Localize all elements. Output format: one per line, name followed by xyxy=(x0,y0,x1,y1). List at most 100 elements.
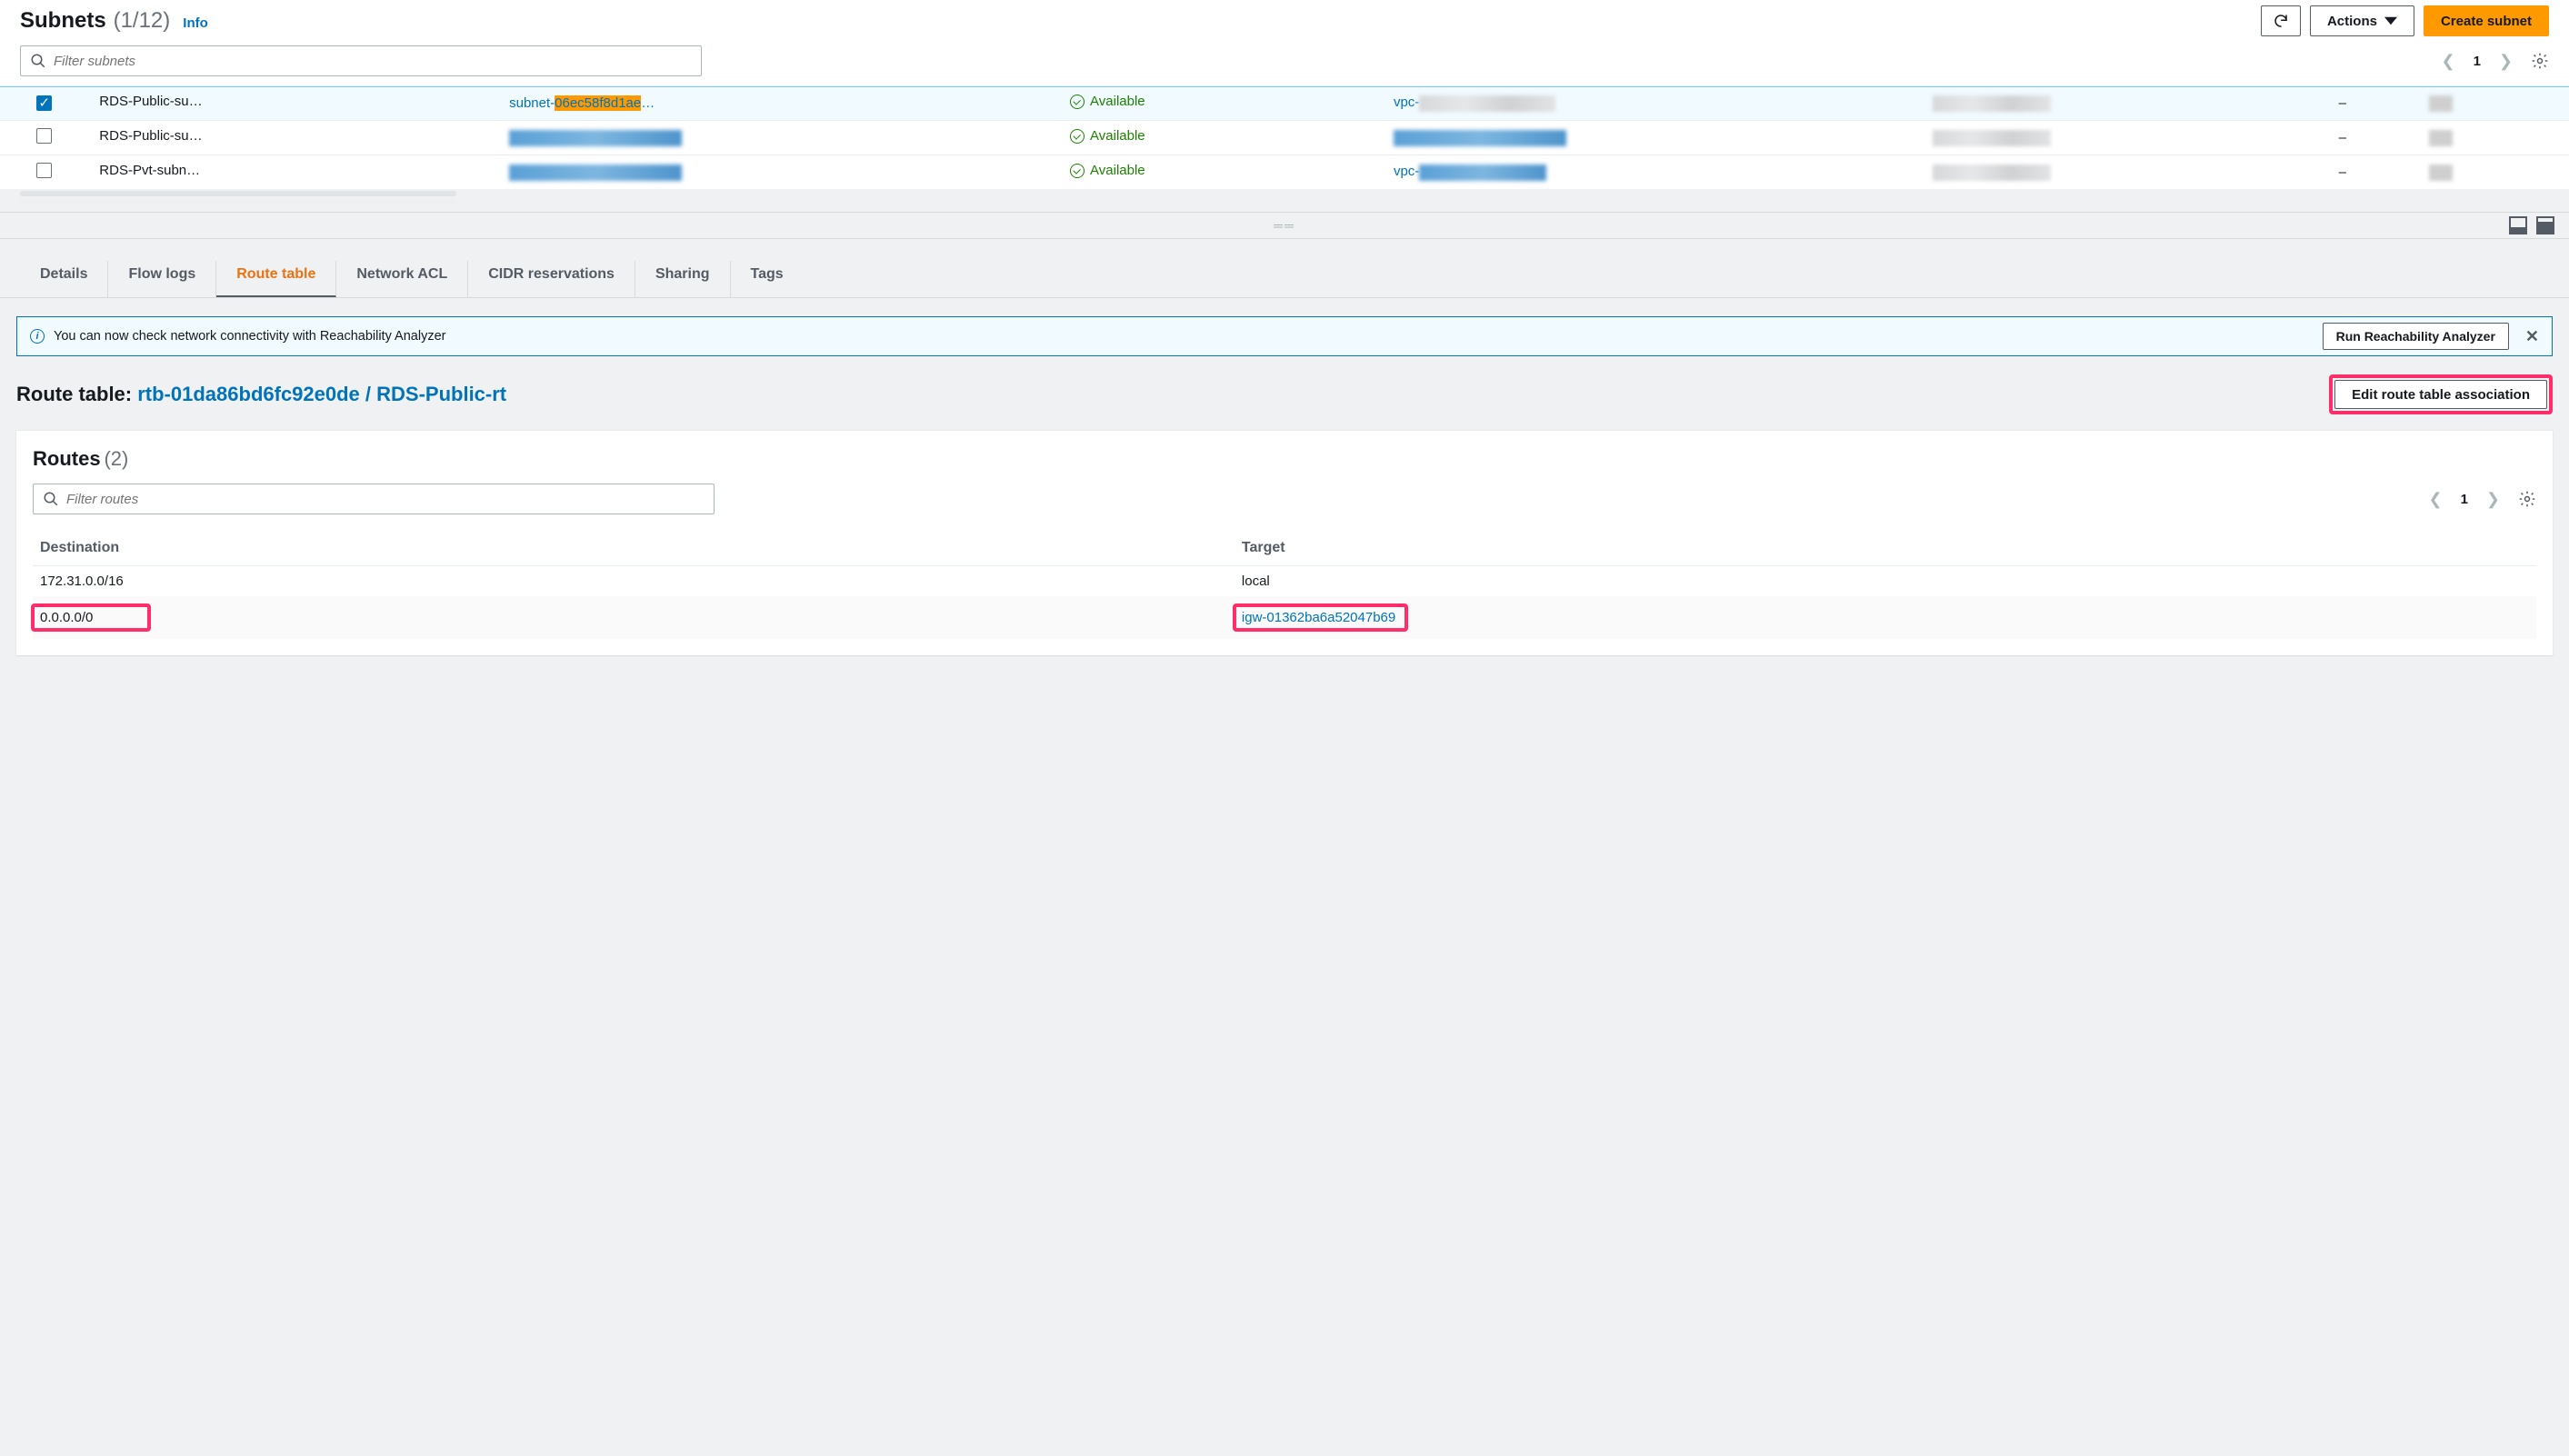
table-row[interactable]: RDS-Pvt-subn… Available vpc- – xyxy=(0,155,2569,190)
next-page-button[interactable]: ❯ xyxy=(2499,52,2513,71)
filter-row: ❮ 1 ❯ xyxy=(0,45,2569,85)
h-scrollbar[interactable] xyxy=(20,191,456,196)
table-row[interactable]: 0.0.0.0/0 igw-01362ba6a52047b69 xyxy=(33,596,2536,639)
close-banner-button[interactable]: ✕ xyxy=(2525,327,2539,346)
actions-button[interactable]: Actions xyxy=(2310,5,2414,36)
highlight-frame: igw-01362ba6a52047b69 xyxy=(1233,603,1408,632)
routes-title: Routes xyxy=(33,447,101,470)
row-checkbox[interactable]: ✓ xyxy=(36,95,52,111)
col-target: Target xyxy=(1235,531,2536,566)
redacted xyxy=(2429,95,2453,112)
search-icon xyxy=(30,53,46,69)
routes-count: (2) xyxy=(104,447,128,470)
route-table-label: Route table: xyxy=(16,383,137,405)
header-actions: Actions Create subnet xyxy=(2261,5,2549,36)
redacted xyxy=(1933,165,2051,181)
tab-sharing[interactable]: Sharing xyxy=(635,261,731,297)
vpc-link[interactable]: vpc- xyxy=(1394,95,1555,110)
vpc-link[interactable] xyxy=(1394,129,1566,145)
redacted xyxy=(2429,165,2453,181)
row-checkbox[interactable] xyxy=(36,128,52,144)
run-reachability-button[interactable]: Run Reachability Analyzer xyxy=(2323,323,2509,350)
info-banner: i You can now check network connectivity… xyxy=(16,316,2553,356)
page-number: 1 xyxy=(2474,54,2481,69)
redacted xyxy=(1394,130,1566,146)
settings-button[interactable] xyxy=(2531,52,2549,70)
routes-panel: Routes (2) ❮ 1 ❯ Destination Target 172.… xyxy=(16,431,2553,655)
redacted xyxy=(1933,130,2051,146)
refresh-icon xyxy=(2273,13,2289,29)
table-row[interactable]: RDS-Public-su… Available – xyxy=(0,121,2569,155)
highlight-frame: 0.0.0.0/0 xyxy=(31,603,151,632)
filter-routes-input[interactable] xyxy=(66,492,705,507)
routes-prev-page-button[interactable]: ❮ xyxy=(2428,490,2442,509)
tab-details[interactable]: Details xyxy=(20,261,108,297)
tab-tags[interactable]: Tags xyxy=(731,261,804,297)
filter-routes-input-wrap[interactable] xyxy=(33,484,715,514)
caret-down-icon xyxy=(2384,15,2397,27)
dash: – xyxy=(2339,95,2346,111)
tab-flow-logs[interactable]: Flow logs xyxy=(108,261,216,297)
redacted xyxy=(509,165,682,181)
filter-subnets-input[interactable] xyxy=(54,54,692,69)
routes-pagination: ❮ 1 ❯ xyxy=(2428,490,2536,509)
vpc-link[interactable]: vpc- xyxy=(1394,164,1546,179)
search-icon xyxy=(43,491,59,507)
route-table-link[interactable]: rtb-01da86bd6fc92e0de / RDS-Public-rt xyxy=(137,383,506,405)
status-badge: Available xyxy=(1070,128,1145,144)
routes-settings-button[interactable] xyxy=(2518,490,2536,508)
redacted xyxy=(1933,95,2051,112)
subnet-name: RDS-Public-su… xyxy=(99,128,202,144)
tab-network-acl[interactable]: Network ACL xyxy=(336,261,468,297)
info-link[interactable]: Info xyxy=(183,15,208,31)
routes-header-row: Destination Target xyxy=(33,531,2536,566)
status-badge: Available xyxy=(1070,163,1145,178)
gear-icon xyxy=(2518,490,2536,508)
table-row[interactable]: 172.31.0.0/16 local xyxy=(33,566,2536,597)
redacted xyxy=(509,130,682,146)
panel-layout-half-button[interactable] xyxy=(2509,216,2527,234)
tab-cidr-reservations[interactable]: CIDR reservations xyxy=(468,261,635,297)
table-row[interactable]: ✓ RDS-Public-su… subnet-06ec58f8d1ae… Av… xyxy=(0,86,2569,121)
status-badge: Available xyxy=(1070,94,1145,109)
route-destination: 0.0.0.0/0 xyxy=(40,610,93,625)
edit-route-table-association-button[interactable]: Edit route table association xyxy=(2334,380,2547,409)
subnet-id-link[interactable] xyxy=(509,129,682,145)
title-group: Subnets (1/12) Info xyxy=(20,8,208,34)
routes-filter-row: ❮ 1 ❯ xyxy=(33,484,2536,514)
pagination: ❮ 1 ❯ xyxy=(2441,52,2549,71)
routes-next-page-button[interactable]: ❯ xyxy=(2486,490,2500,509)
refresh-button[interactable] xyxy=(2261,5,2301,36)
tab-route-table[interactable]: Route table xyxy=(216,261,336,297)
panel-layout-controls xyxy=(2509,216,2554,234)
h-scrollbar-track xyxy=(20,199,456,204)
filter-subnets-input-wrap[interactable] xyxy=(20,45,702,76)
selection-count: (1/12) xyxy=(114,8,171,33)
panel-layout-full-button[interactable] xyxy=(2536,216,2554,234)
subnets-table: ✓ RDS-Public-su… subnet-06ec58f8d1ae… Av… xyxy=(0,85,2569,189)
tab-bar: Details Flow logs Route table Network AC… xyxy=(0,239,2569,298)
routes-table: Destination Target 172.31.0.0/16 local 0… xyxy=(33,531,2536,639)
redacted xyxy=(2429,130,2453,146)
redacted xyxy=(1419,165,1546,181)
subnet-id-link[interactable]: subnet-06ec58f8d1ae… xyxy=(509,95,655,111)
create-subnet-button[interactable]: Create subnet xyxy=(2424,5,2549,36)
check-circle-icon xyxy=(1070,95,1085,109)
page-title: Subnets xyxy=(20,8,106,33)
route-target-link[interactable]: igw-01362ba6a52047b69 xyxy=(1242,610,1395,625)
subnet-name: RDS-Pvt-subn… xyxy=(99,163,200,178)
split-divider[interactable]: ══ xyxy=(0,212,2569,239)
highlight-frame: Edit route table association xyxy=(2329,374,2553,414)
route-target: local xyxy=(1235,566,2536,597)
prev-page-button[interactable]: ❮ xyxy=(2441,52,2454,71)
check-circle-icon xyxy=(1070,164,1085,178)
col-destination: Destination xyxy=(33,531,1235,566)
grip-icon: ══ xyxy=(1274,218,1295,233)
dash: – xyxy=(2339,130,2346,145)
banner-text: You can now check network connectivity w… xyxy=(54,329,445,344)
row-checkbox[interactable] xyxy=(36,163,52,178)
subnets-table-wrap: ✓ RDS-Public-su… subnet-06ec58f8d1ae… Av… xyxy=(0,85,2569,189)
route-table-header: Route table: rtb-01da86bd6fc92e0de / RDS… xyxy=(0,374,2569,431)
subnet-id-link[interactable] xyxy=(509,164,682,179)
subnet-name: RDS-Public-su… xyxy=(99,94,202,109)
